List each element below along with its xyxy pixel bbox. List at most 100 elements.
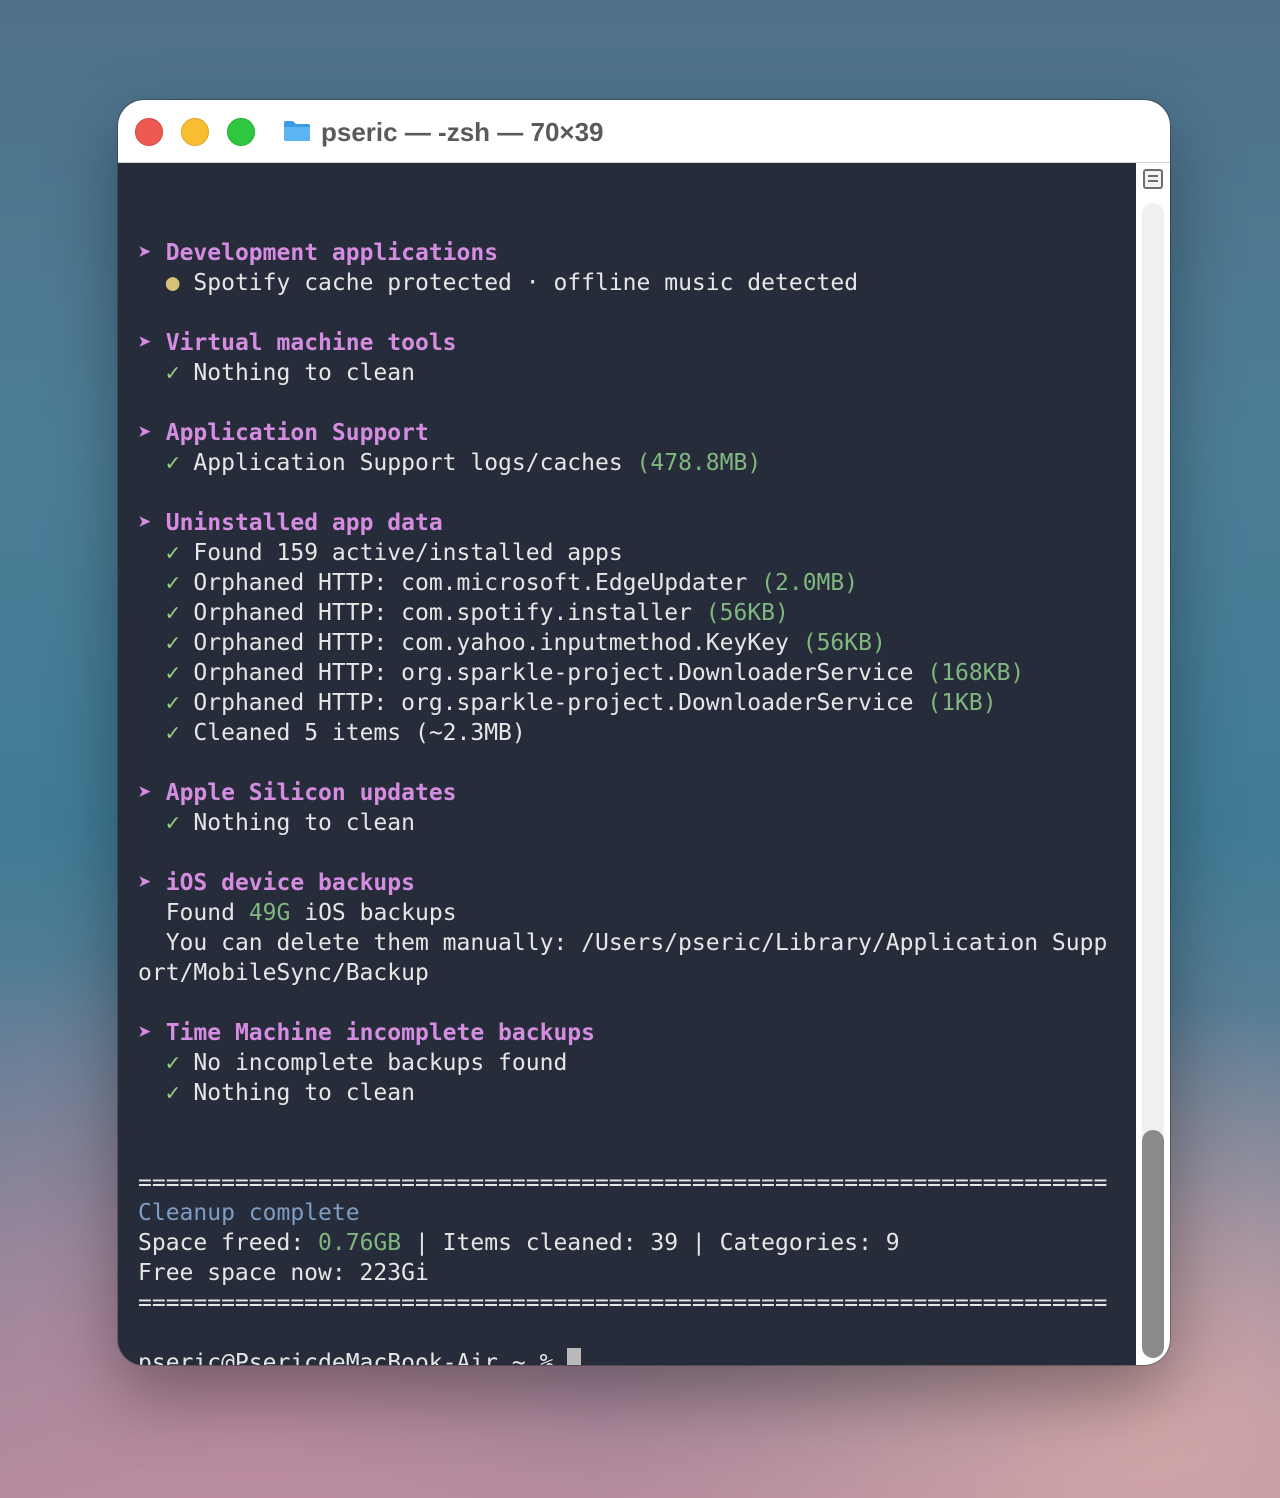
scrollbar[interactable]: [1136, 163, 1170, 1365]
list-item: ✓ Found 159 active/installed apps: [138, 538, 1107, 568]
chevron-right-icon: ➤: [138, 780, 152, 806]
section-title: Application Support: [165, 420, 429, 446]
list-item: ✓ No incomplete backups found: [138, 1048, 1107, 1078]
check-icon: ✓: [165, 360, 180, 386]
terminal-window: pseric — -zsh — 70×39 ➤ Development appl…: [118, 100, 1170, 1365]
item-text: No incomplete backups found: [193, 1050, 568, 1076]
item-text: Orphaned HTTP: com.yahoo.inputmethod.Key…: [193, 630, 789, 656]
list-item: ✓ Application Support logs/caches (478.8…: [138, 448, 1107, 478]
ios-found-suffix: iOS backups: [304, 900, 457, 926]
text-cursor[interactable]: [567, 1348, 582, 1365]
item-text: Nothing to clean: [193, 1080, 415, 1106]
summary-free-line: Free space now: 223Gi: [138, 1258, 1107, 1288]
item-size: (1KB): [927, 690, 997, 716]
scrollbar-marks-icon[interactable]: [1143, 169, 1163, 189]
terminal-content[interactable]: ➤ Development applications ● Spotify cac…: [118, 163, 1136, 1365]
item-size: (56KB): [802, 630, 886, 656]
terminal-output: ➤ Development applications ● Spotify cac…: [138, 208, 1107, 1365]
folder-icon: [284, 121, 310, 141]
item-text: Cleaned 5 items (~2.3MB): [193, 720, 526, 746]
section-heading: ➤ Application Support: [138, 418, 1107, 448]
zoom-button[interactable]: [227, 118, 255, 146]
minimize-button[interactable]: [181, 118, 209, 146]
section-heading: ➤ Development applications: [138, 238, 1107, 268]
item-text: Orphaned HTTP: org.sparkle-project.Downl…: [193, 690, 914, 716]
divider: ========================================…: [138, 1290, 1108, 1316]
section-title: Uninstalled app data: [165, 510, 443, 536]
check-icon: ✓: [165, 600, 180, 626]
section-heading: ➤ Virtual machine tools: [138, 328, 1107, 358]
item-size: (2.0MB): [761, 570, 859, 596]
item-text: Nothing to clean: [193, 810, 415, 836]
check-icon: ✓: [165, 1080, 180, 1106]
section-title: Development applications: [165, 240, 499, 266]
shell-prompt: pseric@PsericdeMacBook-Air ~ %: [138, 1350, 554, 1365]
section-heading: ➤ Apple Silicon updates: [138, 778, 1107, 808]
item-size: (478.8MB): [636, 450, 762, 476]
prompt-line[interactable]: pseric@PsericdeMacBook-Air ~ %: [138, 1348, 1107, 1365]
summary-stats: | Items cleaned: 39 | Categories: 9: [414, 1230, 900, 1256]
section-title: iOS device backups: [165, 870, 415, 896]
chevron-right-icon: ➤: [138, 870, 152, 896]
list-item: ✓ Orphaned HTTP: com.spotify.installer (…: [138, 598, 1107, 628]
section-title: Time Machine incomplete backups: [165, 1020, 595, 1046]
ios-delete-text: You can delete them manually: /Users/pse…: [165, 930, 1108, 956]
summary-rule-top: ========================================…: [138, 1168, 1107, 1198]
chevron-right-icon: ➤: [138, 1020, 152, 1046]
chevron-right-icon: ➤: [138, 510, 152, 536]
check-icon: ✓: [165, 1050, 180, 1076]
check-icon: ✓: [165, 540, 180, 566]
check-icon: ✓: [165, 450, 180, 476]
chevron-right-icon: ➤: [138, 420, 152, 446]
section-heading: ➤ Uninstalled app data: [138, 508, 1107, 538]
ios-delete-text-wrap: ort/MobileSync/Backup: [138, 960, 429, 986]
close-button[interactable]: [135, 118, 163, 146]
item-text: Application Support logs/caches: [193, 450, 623, 476]
check-icon: ✓: [165, 690, 180, 716]
item-text: Orphaned HTTP: com.spotify.installer: [193, 600, 692, 626]
summary-title: Cleanup complete: [138, 1200, 360, 1226]
space-freed-value: 0.76GB: [318, 1230, 402, 1256]
free-space-text: Free space now: 223Gi: [138, 1260, 429, 1286]
ios-delete-line-wrap: ort/MobileSync/Backup: [138, 958, 1107, 988]
item-text: Orphaned HTTP: org.sparkle-project.Downl…: [193, 660, 914, 686]
section-title: Virtual machine tools: [165, 330, 457, 356]
check-icon: ✓: [165, 720, 180, 746]
divider: ========================================…: [138, 1170, 1108, 1196]
section-title: Apple Silicon updates: [165, 780, 457, 806]
list-item: ✓ Nothing to clean: [138, 358, 1107, 388]
space-freed-label: Space freed:: [138, 1230, 305, 1256]
list-item: ● Spotify cache protected · offline musi…: [138, 268, 1107, 298]
ios-found-prefix: Found: [165, 900, 235, 926]
list-item: ✓ Nothing to clean: [138, 1078, 1107, 1108]
item-text: Nothing to clean: [193, 360, 415, 386]
item-size: (168KB): [927, 660, 1025, 686]
list-item: ✓ Cleaned 5 items (~2.3MB): [138, 718, 1107, 748]
summary-title-line: Cleanup complete: [138, 1198, 1107, 1228]
chevron-right-icon: ➤: [138, 330, 152, 356]
list-item: ✓ Orphaned HTTP: org.sparkle-project.Dow…: [138, 658, 1107, 688]
item-text: Spotify cache protected · offline music …: [193, 270, 859, 296]
scroll-thumb[interactable]: [1142, 1130, 1164, 1358]
chevron-right-icon: ➤: [138, 240, 152, 266]
item-text: Orphaned HTTP: com.microsoft.EdgeUpdater: [193, 570, 748, 596]
ios-backup-size: 49G: [248, 900, 291, 926]
check-icon: ✓: [165, 570, 180, 596]
ios-found-line: Found 49G iOS backups: [138, 898, 1107, 928]
list-item: ✓ Orphaned HTTP: org.sparkle-project.Dow…: [138, 688, 1107, 718]
list-item: ✓ Nothing to clean: [138, 808, 1107, 838]
warning-dot-icon: ●: [165, 270, 180, 296]
check-icon: ✓: [165, 660, 180, 686]
title-bar[interactable]: pseric — -zsh — 70×39: [118, 100, 1170, 163]
item-size: (56KB): [705, 600, 789, 626]
